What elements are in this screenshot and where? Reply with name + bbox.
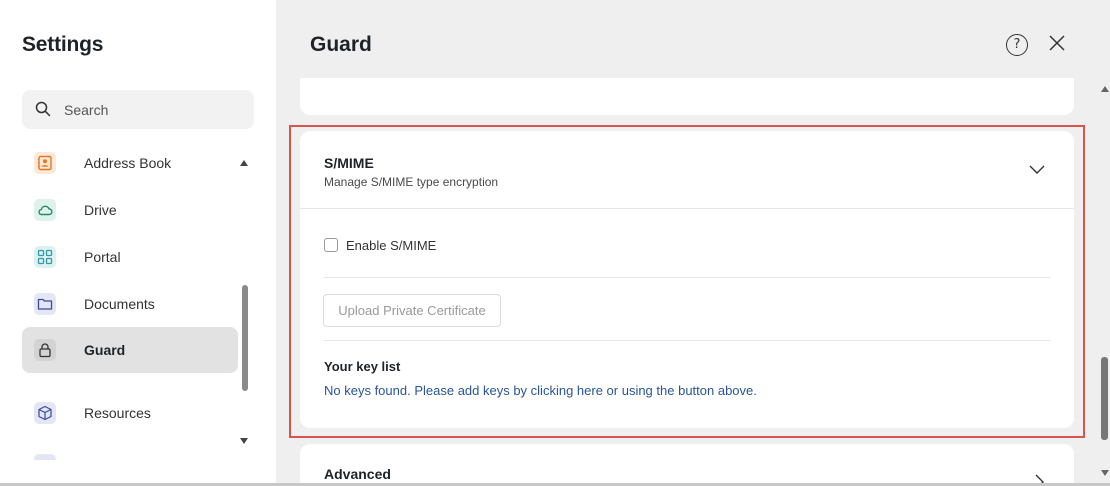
key-list-empty-link[interactable]: No keys found. Please add keys by clicki… <box>324 383 757 398</box>
chevron-down-icon[interactable] <box>1029 165 1045 175</box>
sidebar-item-resources[interactable]: Resources <box>22 390 238 436</box>
address-book-icon <box>34 152 56 174</box>
content-scroll-area: S/MIME Manage S/MIME type encryption Ena… <box>276 78 1096 486</box>
previous-section-card <box>300 78 1074 115</box>
grid-icon <box>34 246 56 268</box>
sidebar-item-partial[interactable] <box>22 442 238 460</box>
search-icon <box>35 101 51 117</box>
advanced-title: Advanced <box>324 466 391 482</box>
sidebar-item-label: Documents <box>84 296 155 312</box>
sidebar-item-guard[interactable]: Guard <box>22 327 238 373</box>
sidebar-item-drive[interactable]: Drive <box>22 187 238 233</box>
sidebar-scroll-down[interactable] <box>240 438 248 444</box>
sidebar-item-address-book[interactable]: Address Book <box>22 140 238 186</box>
sidebar-item-label: Address Book <box>84 155 172 171</box>
folder-icon <box>34 293 56 315</box>
settings-sidebar: Settings Address Book <box>0 0 276 486</box>
cloud-icon <box>34 199 56 221</box>
sidebar-scroll-up[interactable] <box>240 160 248 166</box>
sidebar-item-label: Drive <box>84 202 117 218</box>
sidebar-nav: Address Book Drive Portal Documents Guar… <box>0 140 276 460</box>
smime-section-header[interactable]: S/MIME Manage S/MIME type encryption <box>300 131 1074 209</box>
close-icon[interactable] <box>1046 32 1068 54</box>
content-scroll-up[interactable] <box>1101 86 1109 92</box>
upload-private-certificate-button[interactable]: Upload Private Certificate <box>323 294 501 327</box>
search-input[interactable] <box>64 90 244 129</box>
content-scroll-down[interactable] <box>1101 470 1109 476</box>
content-header: Guard ? <box>276 0 1110 78</box>
sidebar-item-label: Resources <box>84 405 151 421</box>
advanced-section-card[interactable]: Advanced <box>300 444 1074 486</box>
sidebar-title: Settings <box>22 33 104 56</box>
sidebar-item-documents[interactable]: Documents <box>22 281 238 327</box>
cube-icon <box>34 402 56 424</box>
sidebar-item-portal[interactable]: Portal <box>22 234 238 280</box>
sidebar-scrollbar-thumb[interactable] <box>242 285 248 391</box>
smime-section-card: S/MIME Manage S/MIME type encryption Ena… <box>300 131 1074 428</box>
sidebar-item-label: Portal <box>84 249 121 265</box>
help-icon[interactable]: ? <box>1006 34 1028 56</box>
enable-smime-checkbox[interactable] <box>324 238 338 252</box>
enable-smime-label: Enable S/MIME <box>346 238 437 253</box>
smime-title: S/MIME <box>324 155 374 171</box>
page-title: Guard <box>310 33 372 56</box>
divider <box>324 277 1050 278</box>
divider <box>324 340 1050 341</box>
key-list-title: Your key list <box>324 359 401 374</box>
partial-icon <box>34 454 56 460</box>
search-box[interactable] <box>22 90 254 129</box>
lock-icon <box>34 339 56 361</box>
content-scrollbar-thumb[interactable] <box>1101 357 1108 440</box>
smime-subtitle: Manage S/MIME type encryption <box>324 175 499 189</box>
sidebar-item-label: Guard <box>84 342 126 358</box>
settings-content-pane: Guard ? S/MIME Manage S/MIME type encryp… <box>276 0 1110 486</box>
